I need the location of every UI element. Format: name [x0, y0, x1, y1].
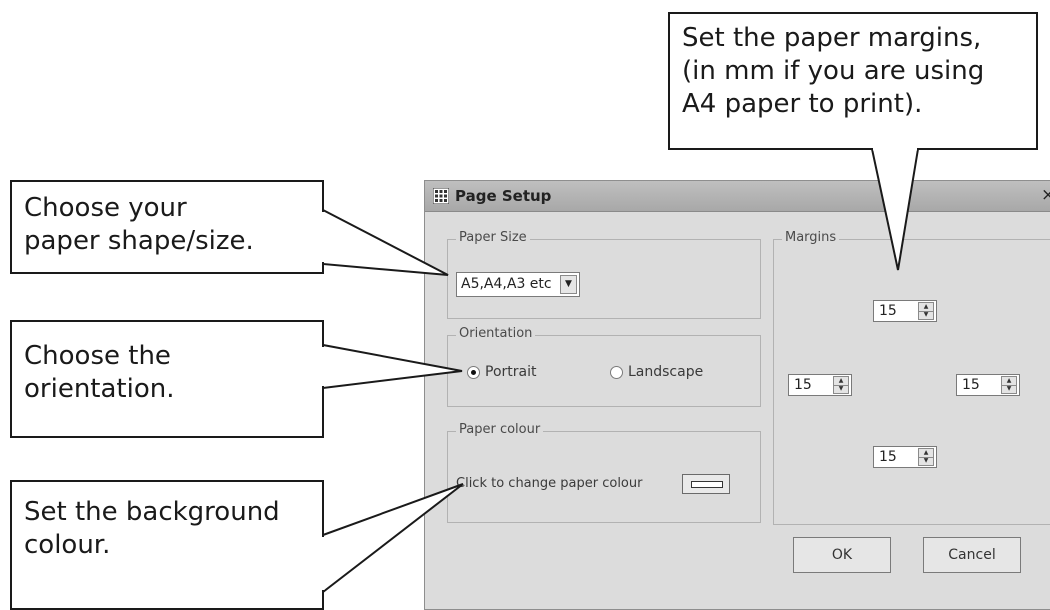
callout-margins-line-3: A4 paper to print).: [682, 89, 923, 119]
grid-icon: [433, 188, 449, 204]
margin-left-spinner[interactable]: 15 ▲ ▼: [788, 374, 852, 396]
callout-orientation-line-1: Choose the: [24, 341, 171, 371]
page-setup-dialog: Page Setup × Paper Size A5,A4,A3 etc ▼ O…: [424, 180, 1050, 610]
margin-top-spinner[interactable]: 15 ▲ ▼: [873, 300, 937, 322]
portrait-label: Portrait: [485, 364, 537, 380]
paper-size-value: A5,A4,A3 etc: [461, 276, 552, 292]
close-icon[interactable]: ×: [1041, 185, 1050, 205]
spin-down-icon[interactable]: ▼: [919, 311, 933, 319]
ok-button[interactable]: OK: [793, 537, 891, 573]
callout-background-line-2: colour.: [24, 530, 111, 560]
margin-left-value: 15: [794, 377, 812, 393]
paper-colour-button[interactable]: [682, 474, 730, 494]
callout-orientation-line-2: orientation.: [24, 374, 175, 404]
spin-buttons: ▲ ▼: [833, 376, 849, 394]
landscape-radio-button[interactable]: [610, 366, 623, 379]
landscape-label: Landscape: [628, 364, 704, 380]
spin-buttons: ▲ ▼: [918, 448, 934, 466]
radio-portrait[interactable]: Portrait: [467, 364, 577, 382]
margin-bottom-value: 15: [879, 449, 897, 465]
paper-colour-text: Click to change paper colour: [456, 476, 643, 491]
radio-selected-dot: [471, 370, 476, 375]
paper-size-group: Paper Size A5,A4,A3 etc ▼: [447, 230, 761, 319]
margins-group: Margins 15 ▲ ▼ 15 ▲ ▼ 15 ▲ ▼ 15 ▲ ▼: [773, 230, 1050, 525]
callout-margins-line-1: Set the paper margins,: [682, 23, 982, 53]
spin-down-icon[interactable]: ▼: [834, 385, 848, 393]
paper-size-select[interactable]: A5,A4,A3 etc ▼: [456, 272, 580, 297]
callout-paper-size-line-1: Choose your: [24, 193, 187, 223]
callout-orientation: Choose the orientation.: [10, 320, 324, 438]
paper-colour-group: Paper colour Click to change paper colou…: [447, 422, 761, 523]
callout-background: Set the background colour.: [10, 480, 324, 610]
chevron-down-icon[interactable]: ▼: [560, 275, 577, 294]
spin-buttons: ▲ ▼: [918, 302, 934, 320]
dialog-title: Page Setup: [455, 187, 552, 205]
margin-right-spinner[interactable]: 15 ▲ ▼: [956, 374, 1020, 396]
cancel-button[interactable]: Cancel: [923, 537, 1021, 573]
spin-buttons: ▲ ▼: [1001, 376, 1017, 394]
margin-top-value: 15: [879, 303, 897, 319]
radio-landscape[interactable]: Landscape: [610, 364, 740, 382]
spin-down-icon[interactable]: ▼: [1002, 385, 1016, 393]
callout-paper-size-line-2: paper shape/size.: [24, 226, 254, 256]
dialog-titlebar[interactable]: Page Setup ×: [425, 181, 1050, 212]
orientation-group: Orientation Portrait Landscape: [447, 326, 761, 407]
margin-right-value: 15: [962, 377, 980, 393]
callout-margins-line-2: (in mm if you are using: [682, 56, 985, 86]
portrait-radio-button[interactable]: [467, 366, 480, 379]
paper-colour-group-label: Paper colour: [456, 422, 544, 437]
callout-paper-size: Choose your paper shape/size.: [10, 180, 324, 274]
orientation-group-label: Orientation: [456, 326, 536, 341]
spin-down-icon[interactable]: ▼: [919, 457, 933, 465]
margins-group-label: Margins: [782, 230, 840, 245]
paper-size-group-label: Paper Size: [456, 230, 530, 245]
colour-swatch: [691, 481, 723, 488]
callout-background-line-1: Set the background: [24, 497, 280, 527]
callout-margins: Set the paper margins, (in mm if you are…: [668, 12, 1038, 150]
margin-bottom-spinner[interactable]: 15 ▲ ▼: [873, 446, 937, 468]
